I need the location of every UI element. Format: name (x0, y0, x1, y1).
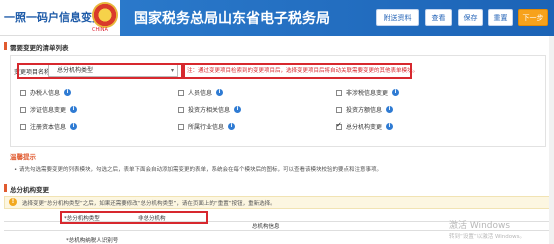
checkbox-label: 涉证信息变更 (30, 107, 67, 114)
info-icon[interactable]: i (234, 106, 242, 113)
taxpayer-id-label: *总机构纳税人识别号 (66, 238, 119, 244)
info-icon[interactable]: i (70, 106, 78, 113)
info-icon[interactable]: i (70, 123, 78, 130)
tax-emblem-icon (92, 2, 118, 28)
checkbox-item[interactable]: 人员信息 i (178, 88, 224, 97)
checkbox-label: 人员信息 (188, 90, 213, 97)
hint-text: • 请先勾选需要变更的列表模块，勾选之后，表单下面会自动添加需变更的表单，系统会… (14, 167, 382, 173)
reset-button[interactable]: 重置 (488, 9, 513, 26)
checkbox-label: 注册资本信息 (30, 124, 67, 131)
checkbox-item[interactable]: 投资方额信息 i (336, 105, 394, 114)
group-title: 总分机构变更 (10, 186, 49, 194)
section-marker (4, 42, 7, 50)
group-marker (4, 184, 7, 192)
checkbox[interactable] (336, 89, 342, 96)
info-icon[interactable]: i (386, 106, 394, 113)
filter-note: 注：通过变更项目检索到的变更项目后，选择变更项目后将自动关联需要变更的其他表单模… (187, 68, 419, 74)
header-bar: 一照一码户信息变更 CHINA 国家税务总局山东省电子税务局 附送资料 查看 保… (0, 0, 554, 36)
info-icon[interactable]: i (386, 123, 394, 130)
checkbox-item[interactable]: 注册资本信息 i (20, 122, 78, 131)
scrollbar[interactable] (549, 36, 554, 244)
highlight-frame (17, 63, 183, 79)
info-icon[interactable]: i (64, 89, 72, 96)
checkbox[interactable] (336, 106, 342, 113)
warning-icon: ! (9, 198, 17, 206)
checkbox-item[interactable]: 所属行业信息 i (178, 122, 236, 131)
table-header: 总机构信息 (252, 224, 280, 230)
next-step-button[interactable]: 下一步 (518, 9, 548, 26)
checkbox-label: 非涉税信息变更 (346, 90, 389, 97)
checkbox[interactable] (178, 106, 184, 113)
checkbox[interactable] (20, 106, 26, 113)
info-icon[interactable]: i (392, 89, 400, 96)
checkbox-item[interactable]: 非涉税信息变更 i (336, 88, 400, 97)
bureau-title: 国家税务总局山东省电子税务局 (134, 11, 330, 27)
checkbox-label: 所属行业信息 (188, 124, 225, 131)
checkbox[interactable] (178, 123, 184, 130)
checkbox[interactable] (20, 123, 26, 130)
checkbox-label: 总分机构变更 (346, 124, 383, 131)
emblem-caption: CHINA (92, 27, 108, 33)
app-title: 一照一码户信息变更 (4, 11, 103, 24)
checkbox[interactable] (178, 89, 184, 96)
info-icon[interactable]: i (216, 89, 224, 96)
warning-text: 选择变更“总分机构类型”之后，如果还需要修改“总分机构类型”，请在页面上的“重置… (22, 201, 276, 207)
branch-type-value[interactable]: 非总分机构 (138, 214, 166, 222)
hint-title: 温馨提示 (10, 153, 36, 161)
windows-watermark-sub: 转到“设置”以激活 Windows。 (449, 234, 525, 240)
branch-type-label: *总分机构类型 (64, 216, 100, 222)
checkbox-item[interactable]: 办税人信息 i (20, 88, 72, 97)
section-title: 需要变更的清单列表 (10, 44, 69, 52)
attachments-button[interactable]: 附送资料 (376, 9, 419, 26)
checkbox-label: 投资方相关信息 (188, 107, 231, 114)
checkbox-checked[interactable] (336, 121, 342, 130)
checkbox-item[interactable]: 总分机构变更i (336, 121, 394, 131)
checkbox[interactable] (20, 89, 26, 96)
checkbox-label: 投资方额信息 (346, 107, 383, 114)
checkbox-item[interactable]: 投资方相关信息 i (178, 105, 242, 114)
windows-watermark: 激活 Windows (449, 221, 511, 231)
checkbox-item[interactable]: 涉证信息变更 i (20, 105, 78, 114)
checkbox-label: 办税人信息 (30, 90, 61, 97)
save-button[interactable]: 保存 (458, 9, 483, 26)
view-button[interactable]: 查看 (425, 9, 452, 26)
info-icon[interactable]: i (228, 123, 236, 130)
